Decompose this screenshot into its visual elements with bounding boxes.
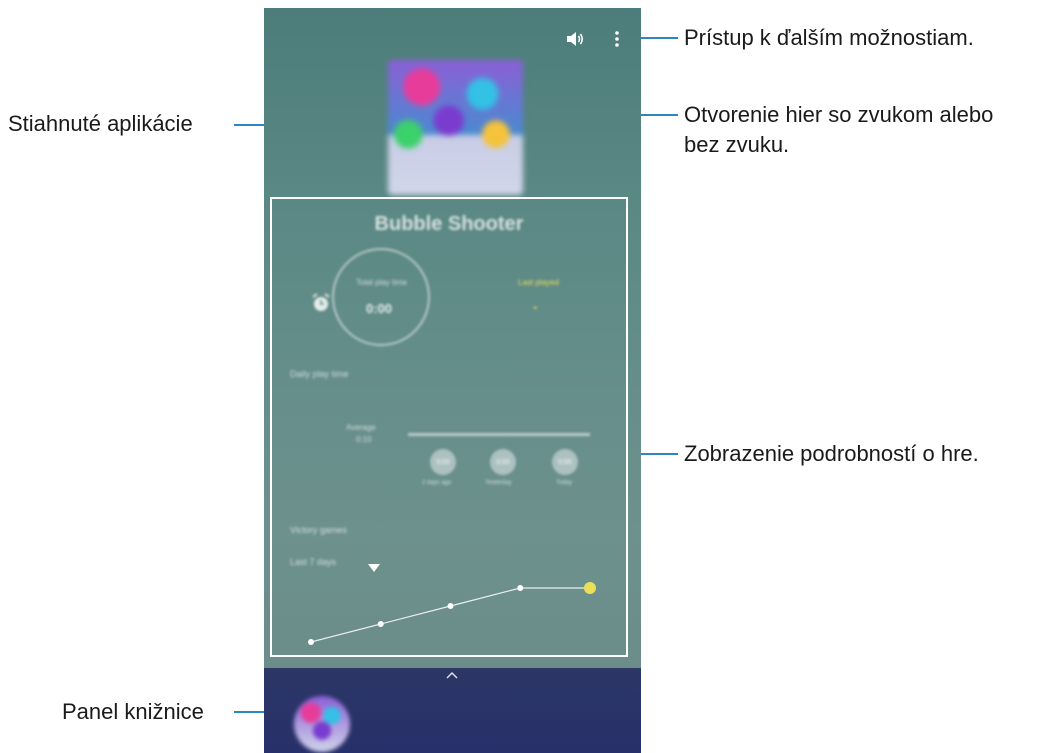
callout-library-panel: Panel knižnice — [62, 699, 204, 724]
history-point-3 — [447, 603, 454, 609]
callout-sound-line2: bez zvuku. — [684, 132, 790, 157]
library-game-icon[interactable] — [294, 696, 350, 752]
game-details-panel[interactable]: Bubble Shooter Total play time 0:00 Last… — [270, 197, 628, 657]
chevron-up-icon[interactable] — [446, 668, 458, 682]
callout-sound-line1: Otvorenie hier so zvukom alebo — [684, 102, 994, 127]
history-line-chart — [308, 582, 596, 645]
more-vertical-icon[interactable] — [603, 25, 631, 53]
callout-more-options: Prístup k ďalším možnostiam. — [684, 25, 974, 50]
history-point-2 — [377, 621, 384, 627]
history-point-5 — [584, 582, 596, 594]
downloaded-app-thumbnail[interactable] — [388, 60, 523, 195]
callout-sound: Otvorenie hier so zvukom alebo bez zvuku… — [684, 100, 993, 160]
history-point-1 — [308, 639, 314, 645]
callout-game-details: Zobrazenie podrobností o hre. — [684, 441, 979, 466]
history-point-4 — [517, 585, 524, 591]
game-launcher-screen: Bubble Shooter Total play time 0:00 Last… — [264, 8, 641, 753]
callout-downloaded-apps: Stiahnuté aplikácie — [8, 111, 193, 136]
history-series-line — [310, 587, 590, 643]
volume-icon[interactable] — [561, 25, 589, 53]
